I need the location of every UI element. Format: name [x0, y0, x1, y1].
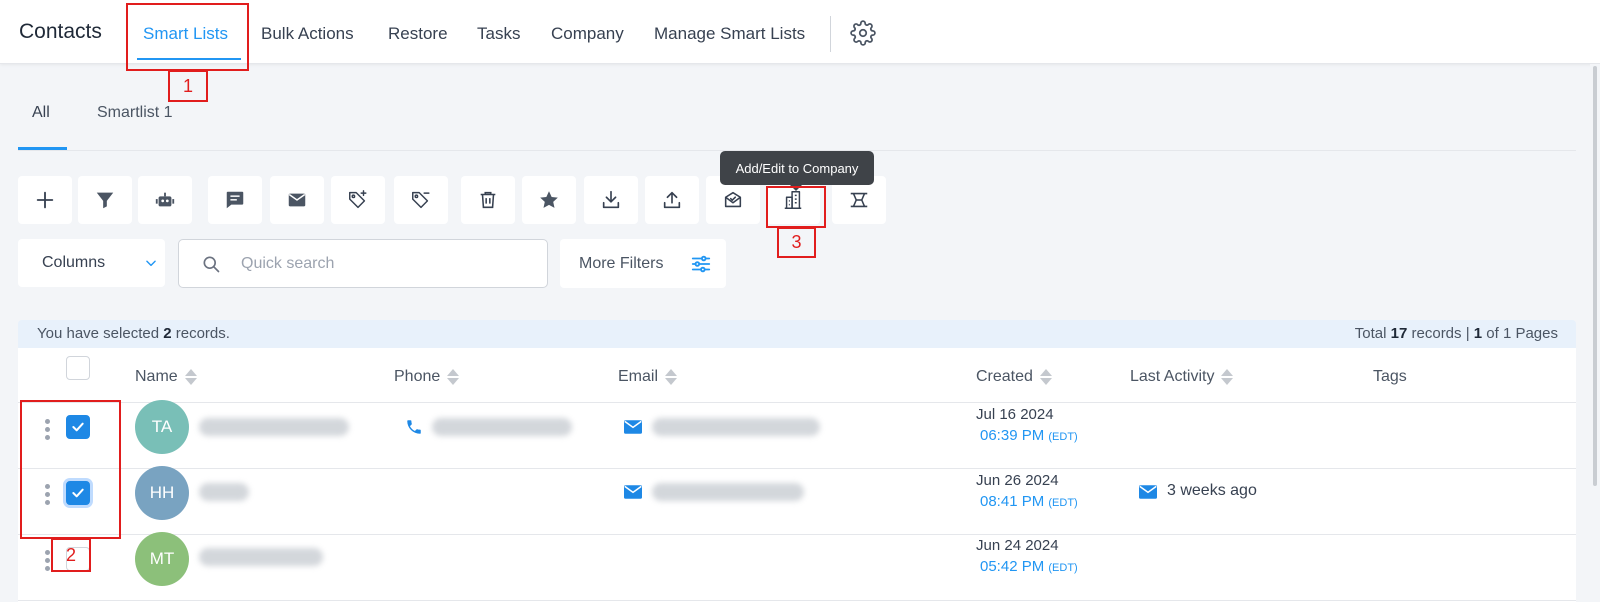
star-icon [540, 191, 558, 208]
email-activity-icon [1139, 485, 1157, 499]
contacts-table: Name Phone Email Created Last Activity T… [18, 348, 1576, 602]
annotation-label-1: 1 [168, 70, 208, 102]
row-divider [18, 600, 1576, 601]
annotation-box-3 [766, 186, 826, 228]
import-button[interactable] [584, 176, 638, 224]
total-records-text: Total 17 records | 1 of 1 Pages [1354, 325, 1558, 342]
column-header-tags[interactable]: Tags [1373, 368, 1407, 386]
avatar: TA [135, 400, 189, 454]
phone-redacted[interactable] [432, 418, 572, 436]
created-time: 05:42 PM (EDT) [980, 558, 1078, 575]
annotation-label-3: 3 [777, 227, 816, 258]
sort-icon [1039, 368, 1053, 386]
tab-company[interactable]: Company [551, 24, 624, 44]
created-time: 08:41 PM (EDT) [980, 493, 1078, 510]
gear-icon[interactable] [850, 20, 876, 46]
star-button[interactable] [522, 176, 576, 224]
sliders-icon [691, 255, 711, 273]
nav-divider [830, 16, 831, 52]
add-tag-button[interactable] [331, 176, 385, 224]
review-request-icon [724, 191, 742, 208]
column-header-name[interactable]: Name [135, 368, 198, 386]
workflow-button[interactable] [138, 176, 192, 224]
email-icon [288, 193, 306, 207]
annotation-label-2: 2 [51, 538, 91, 572]
contact-name-redacted[interactable] [199, 483, 249, 501]
contact-name-redacted[interactable] [199, 418, 349, 436]
created-date: Jul 16 2024 [976, 406, 1054, 423]
chevron-down-icon [146, 260, 156, 267]
filter-icon [96, 192, 114, 209]
delete-icon [480, 191, 496, 209]
phone-icon [407, 420, 421, 434]
message-icon [226, 191, 244, 209]
column-header-email[interactable]: Email [618, 368, 678, 386]
robot-icon [155, 192, 175, 207]
sort-icon [184, 368, 198, 386]
search-box [178, 239, 548, 288]
column-header-last-activity[interactable]: Last Activity [1130, 368, 1234, 386]
avatar: HH [135, 466, 189, 520]
sort-icon [1220, 368, 1234, 386]
column-header-phone[interactable]: Phone [394, 368, 460, 386]
remove-tag-button[interactable] [394, 176, 448, 224]
more-filters-label: More Filters [579, 254, 664, 272]
merge-icon [850, 192, 868, 208]
send-sms-button[interactable] [208, 176, 262, 224]
row-divider [18, 534, 1576, 535]
created-date: Jun 26 2024 [976, 472, 1059, 489]
email-icon [624, 420, 642, 434]
last-activity: 3 weeks ago [1167, 482, 1257, 499]
add-contact-button[interactable] [18, 176, 72, 224]
row-divider [18, 402, 1576, 403]
columns-label: Columns [42, 254, 106, 271]
subtab-all[interactable]: All [32, 104, 50, 122]
app-title: Contacts [19, 20, 102, 43]
add-tag-icon [349, 190, 367, 209]
select-all-checkbox[interactable] [66, 356, 90, 380]
selection-summary-bar: You have selected 2 records. Total 17 re… [18, 320, 1576, 348]
remove-tag-icon [412, 191, 430, 209]
search-icon [203, 256, 220, 273]
columns-dropdown[interactable]: Columns [18, 239, 165, 287]
tooltip-add-edit-company: Add/Edit to Company [720, 151, 874, 185]
email-redacted[interactable] [652, 418, 820, 436]
tab-restore[interactable]: Restore [388, 24, 448, 44]
created-time: 06:39 PM (EDT) [980, 427, 1078, 444]
selected-count-text: You have selected 2 records. [37, 325, 230, 342]
sort-icon [664, 368, 678, 386]
contact-name-redacted[interactable] [199, 548, 323, 566]
scrollbar-thumb[interactable] [1593, 66, 1597, 486]
more-filters-button[interactable]: More Filters [560, 239, 726, 288]
send-email-button[interactable] [270, 176, 324, 224]
sort-icon [446, 368, 460, 386]
tab-manage-smart-lists[interactable]: Manage Smart Lists [654, 24, 805, 44]
export-button[interactable] [645, 176, 699, 224]
import-icon [602, 190, 620, 209]
created-date: Jun 24 2024 [976, 537, 1059, 554]
row-divider [18, 468, 1576, 469]
search-input[interactable] [241, 252, 531, 276]
subtab-smartlist-1[interactable]: Smartlist 1 [97, 104, 173, 122]
annotation-box-2 [20, 400, 121, 539]
column-header-created[interactable]: Created [976, 368, 1053, 386]
filter-button[interactable] [78, 176, 132, 224]
delete-button[interactable] [461, 176, 515, 224]
tab-tasks[interactable]: Tasks [477, 24, 520, 44]
avatar: MT [135, 532, 189, 586]
annotation-box-1 [126, 3, 249, 71]
export-icon [663, 191, 681, 209]
email-redacted[interactable] [652, 483, 804, 501]
tab-bulk-actions[interactable]: Bulk Actions [261, 24, 354, 44]
email-icon [624, 485, 642, 499]
add-icon [36, 191, 54, 209]
